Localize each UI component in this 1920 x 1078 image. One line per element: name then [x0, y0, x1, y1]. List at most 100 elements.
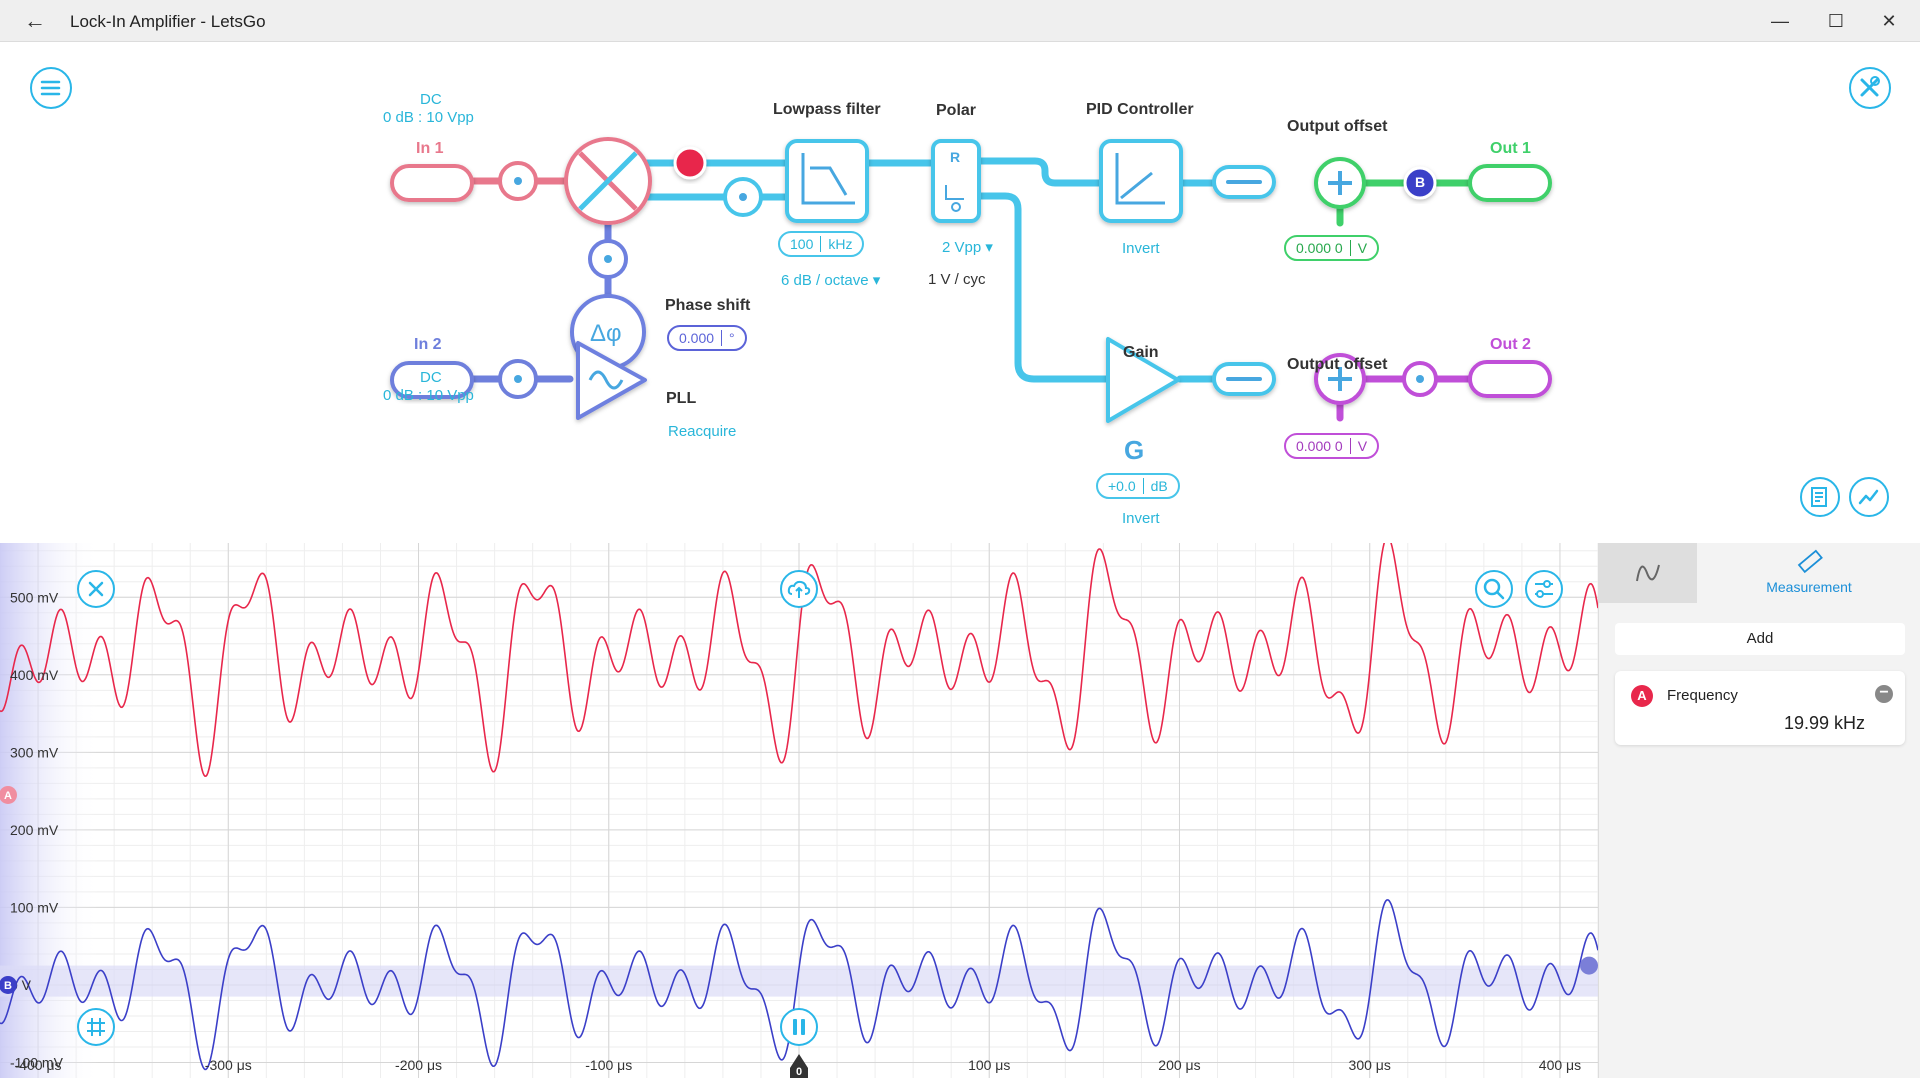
export-button[interactable] [780, 570, 818, 608]
signal-diagram: DC 0 dB : 10 Vpp In 1 DC 0 dB : 10 Vpp I… [0, 43, 1920, 542]
phase-shift-title: Phase shift [665, 297, 751, 314]
in1-coupling: DC [420, 91, 442, 108]
polar-symbol: R [950, 149, 961, 165]
gain-title: Gain [1123, 344, 1159, 361]
close-icon [88, 581, 104, 597]
x-tick-label: 100 μs [968, 1057, 1010, 1073]
document-edit-icon [1811, 487, 1827, 507]
out2-node[interactable] [1468, 360, 1552, 398]
probe-a-marker[interactable] [673, 146, 707, 180]
polar-range-select[interactable]: 2 Vpp ▾ [942, 238, 993, 256]
zoom-button[interactable] [1475, 570, 1513, 608]
mixer-node[interactable] [564, 137, 652, 225]
pll-title: PLL [666, 390, 697, 407]
add-measurement-button[interactable]: Add [1615, 623, 1905, 655]
scope-svg: 500 mV400 mV300 mV200 mV100 mV0 V-100 mV… [0, 543, 1598, 1078]
x-tick-label: 300 μs [1349, 1057, 1391, 1073]
app-window: ← Lock-In Amplifier - LetsGo — ☐ ✕ DC 0 … [0, 0, 1920, 1078]
plot-button[interactable] [1849, 477, 1889, 517]
svg-text:B: B [4, 980, 12, 992]
grid-toggle-button[interactable] [77, 1008, 115, 1046]
y-tick-label: 500 mV [10, 589, 59, 605]
menu-button[interactable] [30, 67, 72, 109]
offset-adder-1[interactable] [1314, 157, 1366, 209]
probe-a-label: A [685, 112, 696, 128]
tab-measurement-label: Measurement [1766, 579, 1852, 595]
svg-text:0: 0 [796, 1066, 802, 1078]
trend-line-icon [1858, 489, 1879, 505]
x-tick-label: -300 μs [205, 1057, 252, 1073]
x-tick-label: -200 μs [395, 1057, 442, 1073]
sliders-icon [1535, 580, 1553, 598]
pause-button[interactable] [780, 1008, 818, 1046]
window-title: Lock-In Amplifier - LetsGo [70, 12, 266, 31]
out1-node[interactable] [1468, 164, 1552, 202]
lowpass-slope-select[interactable]: 6 dB / octave ▾ [781, 271, 880, 289]
in2-range: 0 dB : 10 Vpp [383, 387, 474, 404]
measurement-value: 19.99 kHz [1783, 713, 1865, 733]
gain-invert-link[interactable]: Invert [1122, 510, 1160, 527]
back-button[interactable]: ← [20, 8, 50, 34]
notes-button[interactable] [1800, 477, 1840, 517]
y-tick-label: 300 mV [10, 744, 59, 760]
offset2-input[interactable]: 0.000 0V [1284, 433, 1380, 459]
phase-shift-input[interactable]: 0.000 ° [667, 325, 747, 351]
tools-icon [1860, 76, 1880, 97]
title-bar: ← Lock-In Amplifier - LetsGo — ☐ ✕ [0, 0, 1920, 42]
tab-waveform[interactable] [1599, 543, 1697, 603]
pid-title: PID Controller [1086, 101, 1194, 118]
adjust-button[interactable] [1525, 570, 1563, 608]
close-button[interactable]: ✕ [1866, 6, 1912, 36]
magnifier-icon [1483, 578, 1505, 600]
clear-button[interactable] [77, 570, 115, 608]
minimize-button[interactable]: — [1757, 6, 1803, 36]
svg-text:A: A [4, 790, 12, 802]
tab-measurement[interactable]: Measurement [1697, 543, 1920, 603]
y-tick-label: 400 mV [10, 667, 59, 683]
trigger-time-marker[interactable]: 0 [790, 1054, 808, 1078]
y-tick-label: 200 mV [10, 822, 59, 838]
offset2-title: Output offset [1287, 356, 1388, 373]
in2-label: In 2 [414, 336, 442, 353]
maximize-button[interactable]: ☐ [1813, 6, 1859, 36]
ruler-icon [1797, 549, 1823, 574]
hamburger-icon [40, 80, 61, 96]
gain-input[interactable]: +0.0 dB [1096, 473, 1180, 499]
out2-label: Out 2 [1490, 336, 1531, 353]
lowpass-cutoff[interactable]: 100 kHz [778, 231, 865, 257]
trigger-level-marker[interactable] [1580, 956, 1598, 975]
out1-label: Out 1 [1490, 140, 1531, 157]
y-tick-label: 100 mV [10, 899, 59, 915]
in2-coupling: DC [420, 369, 442, 386]
grid-icon [87, 1018, 105, 1036]
sine-wave-icon [1636, 564, 1660, 582]
in1-node[interactable] [390, 164, 474, 202]
x-tick-label: -400 μs [15, 1057, 62, 1073]
measurement-card[interactable]: A Frequency 19.99 kHz − [1615, 671, 1905, 745]
in1-label: In 1 [416, 140, 444, 157]
x-tick-label: -100 μs [585, 1057, 632, 1073]
settings-button[interactable] [1849, 67, 1891, 109]
measurement-name: Frequency [1667, 687, 1738, 704]
cloud-upload-icon [787, 580, 811, 598]
gain-symbol: G [1124, 435, 1145, 465]
offset1-title: Output offset [1287, 118, 1388, 135]
oscilloscope-plot[interactable]: 500 mV 400 mV 300 mV 200 mV 100 mV 0 V -100 mV… [0, 543, 1598, 1078]
x-tick-label: 200 μs [1158, 1057, 1200, 1073]
remove-measurement-button[interactable]: − [1875, 685, 1893, 703]
polar-title: Polar [936, 102, 977, 119]
probe-b-label: B [1415, 174, 1426, 190]
pid-node[interactable] [1099, 139, 1183, 223]
channel-badge: A [1631, 685, 1653, 707]
measurement-panel: Measurement Add A Frequency 19.99 kHz − [1598, 543, 1920, 1078]
pid-invert-link[interactable]: Invert [1122, 240, 1160, 257]
offset1-input[interactable]: 0.000 0V [1284, 235, 1380, 261]
pause-icon [793, 1019, 805, 1035]
in1-range: 0 dB : 10 Vpp [383, 109, 474, 126]
phase-shift-symbol: Δφ [590, 320, 622, 347]
lowpass-node[interactable] [785, 139, 869, 223]
lowpass-title: Lowpass filter [773, 101, 881, 118]
polar-scale: 1 V / cyc [928, 271, 986, 288]
pll-reacquire-link[interactable]: Reacquire [668, 423, 736, 440]
x-tick-label: 400 μs [1539, 1057, 1581, 1073]
